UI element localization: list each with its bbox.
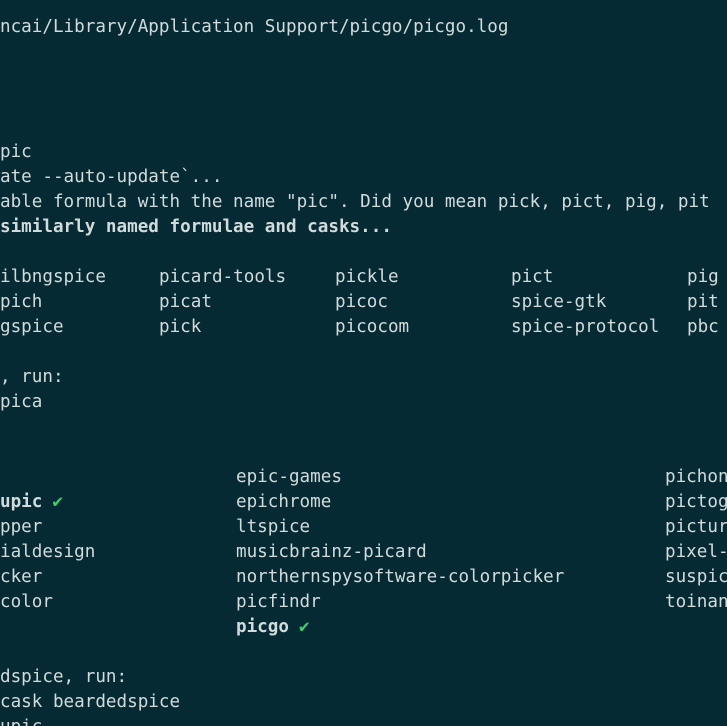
footer-hint-line: dspice, run:: [0, 665, 127, 690]
cask-item: ltspice: [236, 517, 311, 537]
install-hint: , run:: [0, 367, 64, 387]
formula-item: spice-protocol: [511, 317, 660, 337]
footer-partial: upic: [0, 717, 42, 726]
formula-item: picocom: [335, 317, 410, 337]
install-hint-line: , run:: [0, 365, 64, 390]
searching-line: similarly named formulae and casks...: [0, 215, 392, 240]
cask-item: epic-games: [236, 467, 342, 487]
footer-hint: dspice, run:: [0, 667, 128, 687]
installed-check-icon: ✔: [298, 617, 310, 637]
cask-item: toinane: [665, 592, 727, 612]
cask-item: pictogram: [665, 492, 727, 512]
install-command: pica: [0, 392, 43, 412]
command-argument: pic: [0, 142, 32, 162]
footer-command: cask beardedspice: [0, 692, 181, 712]
cask-item: pper: [0, 517, 43, 537]
formula-item: pick: [159, 317, 202, 337]
formula-item: pbc: [687, 317, 719, 337]
install-command-line: pica: [0, 390, 42, 415]
formula-item: pickle: [335, 267, 399, 287]
footer-command-line: cask beardedspice: [0, 690, 180, 715]
auto-update-text: ate --auto-update`...: [0, 167, 223, 187]
formula-item: pig: [687, 267, 719, 287]
formula-item: picard-tools: [159, 267, 287, 287]
formula-item: gspice: [0, 317, 64, 337]
formula-item: ilbngspice: [0, 267, 106, 287]
cask-item: epichrome: [236, 492, 332, 512]
terminal-window[interactable]: ncai/Library/Application Support/picgo/p…: [0, 0, 727, 726]
cask-item-installed: upic ✔: [0, 492, 63, 512]
cask-item: picfindr: [236, 592, 321, 612]
formula-item: pich: [0, 292, 43, 312]
cask-item: suspicious-package: [665, 567, 727, 587]
no-formula-line: able formula with the name "pic". Did yo…: [0, 190, 710, 215]
search-command-line: pic: [0, 140, 32, 165]
cask-item-installed: picgo ✔: [236, 617, 310, 637]
log-path-line: ncai/Library/Application Support/picgo/p…: [0, 15, 508, 40]
installed-check-icon: ✔: [52, 492, 63, 512]
cask-item: ialdesign: [0, 542, 96, 562]
cask-item: northernspysoftware-colorpicker: [236, 567, 565, 587]
cask-item: pichon: [665, 467, 727, 487]
log-path: ncai/Library/Application Support/picgo/p…: [0, 17, 509, 37]
cask-item: color: [0, 592, 53, 612]
searching-message: similarly named formulae and casks...: [0, 217, 392, 237]
no-formula-message: able formula with the name "pic". Did yo…: [0, 192, 710, 212]
auto-update-line: ate --auto-update`...: [0, 165, 222, 190]
formula-item: picoc: [335, 292, 388, 312]
footer-partial-line: upic: [0, 715, 42, 726]
formula-item: spice-gtk: [511, 292, 607, 312]
cask-item: cker: [0, 567, 43, 587]
cask-item: musicbrainz-picard: [236, 542, 427, 562]
cask-item: picturama: [665, 517, 727, 537]
cask-item: pixel-picker: [665, 542, 727, 562]
formula-item: pict: [511, 267, 554, 287]
formula-item: pit: [687, 292, 719, 312]
formula-item: picat: [159, 292, 212, 312]
